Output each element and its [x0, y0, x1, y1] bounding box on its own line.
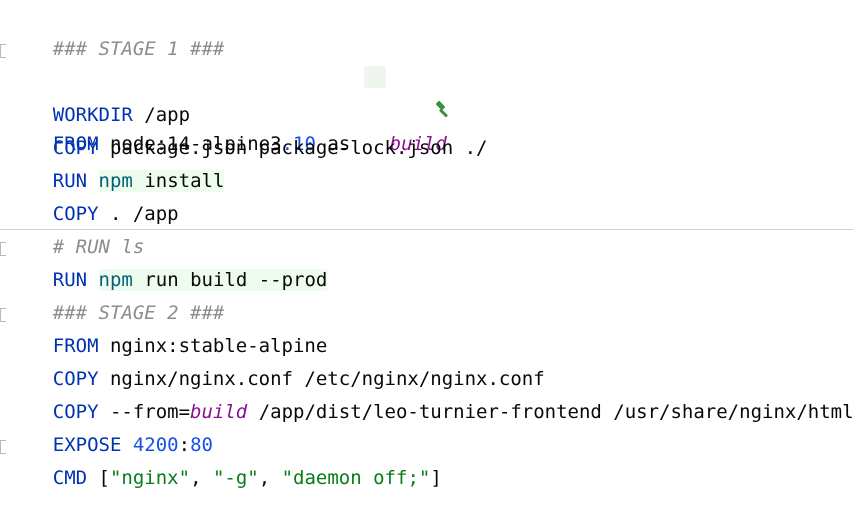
code-line-13[interactable]: EXPOSE 4200:80: [0, 396, 853, 456]
code-line-8[interactable]: RUN npm run build --prod: [0, 231, 853, 291]
fold-marker-icon[interactable]: [0, 44, 6, 58]
code-line-11[interactable]: COPY nginx/nginx.conf /etc/nginx/nginx.c…: [0, 330, 853, 390]
code-line-5[interactable]: RUN npm install: [0, 132, 853, 192]
code-line-6[interactable]: COPY . /app: [0, 165, 853, 225]
code-line-9[interactable]: ### STAGE 2 ###: [0, 264, 853, 324]
string-literal: "nginx": [109, 467, 191, 489]
instruction-keyword: CMD: [52, 467, 88, 489]
line-separator: [0, 229, 853, 230]
bracket-close: ]: [430, 467, 442, 489]
code-line-4[interactable]: COPY package.json package-lock.json ./: [0, 99, 853, 159]
code-line-1[interactable]: ### STAGE 1 ###: [0, 0, 853, 60]
comma: ,: [190, 467, 213, 489]
string-literal: "-g": [212, 467, 259, 489]
code-line-3[interactable]: WORKDIR /app: [0, 66, 853, 126]
string-literal: "daemon off;": [281, 467, 431, 489]
bracket-open: [: [87, 467, 110, 489]
code-line-2[interactable]: FROM node:14-alpine3.10 as build: [0, 33, 853, 155]
code-line-7[interactable]: # RUN ls: [0, 198, 853, 258]
fold-marker-icon[interactable]: [0, 440, 6, 454]
dockerfile-editor[interactable]: ### STAGE 1 ### FROM node:14-alpine3.10 …: [0, 0, 853, 489]
code-line-12[interactable]: COPY --from=build /app/dist/leo-turnier-…: [0, 363, 853, 423]
code-line-10[interactable]: FROM nginx:stable-alpine: [0, 297, 853, 357]
fold-marker-icon[interactable]: [0, 308, 6, 322]
code-line-14[interactable]: CMD ["nginx", "-g", "daemon off;"]: [0, 429, 853, 489]
fold-marker-icon[interactable]: [0, 242, 6, 256]
comma: ,: [258, 467, 282, 489]
